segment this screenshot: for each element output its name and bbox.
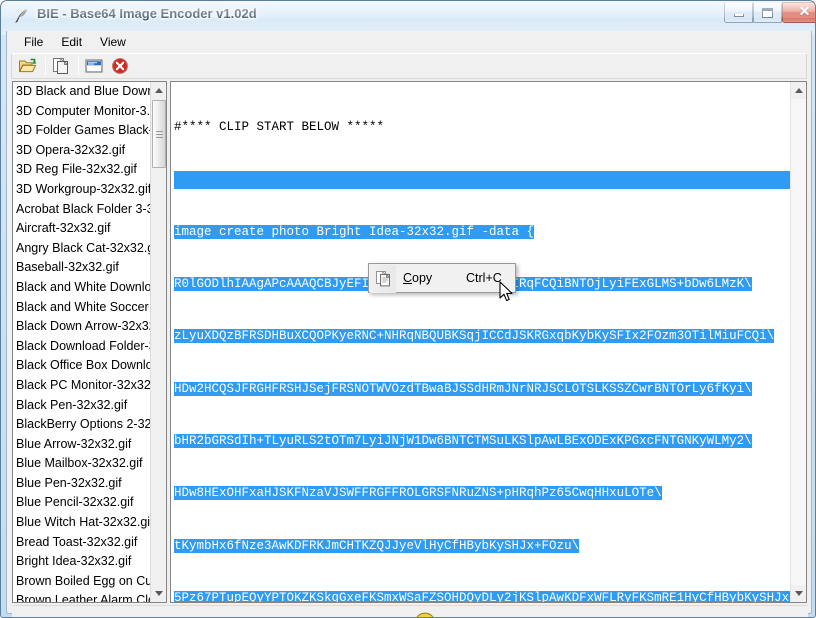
file-list-scrollbar[interactable] <box>150 82 166 602</box>
image-file-list[interactable]: 3D Black and Blue Down 3D Computer Monit… <box>13 82 151 602</box>
copy-pages-icon <box>53 57 69 74</box>
list-item[interactable]: Brown Boiled Egg on Cu <box>16 572 151 592</box>
list-item[interactable]: Bread Toast-32x32.gif <box>16 533 151 553</box>
list-item[interactable]: Blue Pen-32x32.gif <box>16 474 151 494</box>
maximize-button[interactable] <box>753 2 782 23</box>
list-item[interactable]: BlackBerry Options 2-32x <box>16 415 151 435</box>
list-item[interactable]: Blue Pencil-32x32.gif <box>16 493 151 513</box>
list-item[interactable]: 3D Black and Blue Down <box>16 82 151 102</box>
context-menu-copy-label: Copy <box>403 271 433 285</box>
selected-line: 5Pz67PTupEQyYPTOKZKSkqGxeFKSmxWSaFZSOHDQ… <box>174 591 791 602</box>
menu-bar: File Edit View <box>7 31 811 53</box>
selected-line: HDw8HExOHFxaHJSKFNzaVJSWFFRGFFROLGRSFNRu… <box>174 486 662 501</box>
close-button[interactable]: ✕ <box>782 2 815 23</box>
selected-line: tKymbHx6fNze3AwKDFRKJmCHTKZQJJyeVlHyCfHB… <box>174 538 580 553</box>
list-item[interactable]: Black Download Folder-3 <box>16 337 151 357</box>
list-item[interactable]: Black and White Soccer E <box>16 298 151 318</box>
menu-view[interactable]: View <box>91 33 135 51</box>
file-list-panel[interactable]: 3D Black and Blue Down 3D Computer Monit… <box>12 81 167 603</box>
list-item[interactable]: Bright Idea-32x32.gif <box>16 552 151 572</box>
application-window: BIE - Base64 Image Encoder v1.02d ✕ File… <box>0 0 816 618</box>
list-item[interactable]: 3D Reg File-32x32.gif <box>16 160 151 180</box>
list-item[interactable]: Blue Mailbox-32x32.gif <box>16 454 151 474</box>
list-item[interactable]: Black Down Arrow-32x32 <box>16 317 151 337</box>
menu-file[interactable]: File <box>15 33 52 51</box>
list-item[interactable]: Angry Black Cat-32x32.g <box>16 239 151 259</box>
base64-output-textarea[interactable]: #**** CLIP START BELOW ***** image creat… <box>171 82 791 602</box>
list-item[interactable]: Aircraft-32x32.gif <box>16 219 151 239</box>
image-preview-panel <box>12 605 808 617</box>
window-preview-button[interactable] <box>82 55 106 77</box>
toolbar <box>11 53 807 79</box>
list-item[interactable]: Brown Leather Alarm Clo <box>16 591 151 602</box>
chevron-down-icon <box>155 591 163 596</box>
toolbar-separator-2 <box>78 57 79 75</box>
selected-blank-line <box>174 171 791 189</box>
list-item[interactable]: Black PC Monitor-32x32. <box>16 376 151 396</box>
base64-output-panel[interactable]: #**** CLIP START BELOW ***** image creat… <box>170 81 807 603</box>
list-item[interactable]: 3D Opera-32x32.gif <box>16 141 151 161</box>
close-stop-button[interactable] <box>108 55 132 77</box>
scroll-down-button[interactable] <box>151 585 166 602</box>
minimize-button[interactable] <box>724 2 753 23</box>
text-scroll-down-button[interactable] <box>791 585 806 602</box>
list-item[interactable]: Baseball-32x32.gif <box>16 258 151 278</box>
open-folder-icon <box>19 58 37 73</box>
mouse-cursor <box>499 281 515 305</box>
chevron-up-icon <box>155 88 163 93</box>
toolbar-separator <box>45 57 46 75</box>
selected-line: image create photo Bright Idea-32x32.gif… <box>174 224 535 239</box>
context-menu-copy-shortcut: Ctrl+C <box>466 271 502 285</box>
clip-start-line: #**** CLIP START BELOW ***** <box>174 119 385 134</box>
list-item[interactable]: 3D Workgroup-32x32.gif <box>16 180 151 200</box>
maximize-icon <box>762 7 773 18</box>
selected-line: zLyuXDQzBFRSDHBuXCQOPKyeRNC+NHRqNBQUBKSq… <box>174 329 775 344</box>
copy-button[interactable] <box>49 55 73 77</box>
chevron-down-icon <box>795 591 803 596</box>
chevron-up-icon <box>795 88 803 93</box>
list-item[interactable]: Black Pen-32x32.gif <box>16 396 151 416</box>
title-bar[interactable]: BIE - Base64 Image Encoder v1.02d ✕ <box>1 1 815 31</box>
window-icon <box>85 59 103 73</box>
scroll-up-button[interactable] <box>151 82 166 99</box>
red-x-icon <box>112 58 128 74</box>
feather-quill-icon <box>13 7 31 25</box>
text-area-scrollbar[interactable] <box>790 82 806 602</box>
list-item[interactable]: 3D Computer Monitor-3. <box>16 102 151 122</box>
list-item[interactable]: 3D Folder Games Black-3 <box>16 121 151 141</box>
window-title: BIE - Base64 Image Encoder v1.02d <box>37 6 257 21</box>
selected-line: bHR2bGRSdIh+TLyuRLS2tOTm7LyiJNjW1Dw6BNTC… <box>174 433 752 448</box>
text-context-menu[interactable]: Copy Ctrl+C <box>368 263 516 293</box>
list-item[interactable]: Blue Witch Hat-32x32.gif <box>16 513 151 533</box>
menu-edit[interactable]: Edit <box>52 33 91 51</box>
list-item[interactable]: Blue Arrow-32x32.gif <box>16 435 151 455</box>
context-menu-item-copy[interactable]: Copy Ctrl+C <box>370 265 514 293</box>
client-area: File Edit View 3D Black and Blue Down 3D… <box>6 31 812 617</box>
selected-line: HDw2HCQSJFRGHFRSHJSejFRSNOTWVOzdTBwaBJSS… <box>174 381 752 396</box>
list-item[interactable]: Black Office Box Downlo <box>16 356 151 376</box>
text-scroll-up-button[interactable] <box>791 82 806 99</box>
grip-icon <box>155 129 163 140</box>
text-scrollbar-track[interactable] <box>791 99 806 585</box>
lightbulb-icon <box>408 610 442 617</box>
close-icon: ✕ <box>798 4 811 20</box>
list-item[interactable]: Acrobat Black Folder 3-3 <box>16 200 151 220</box>
minimize-icon <box>733 13 744 17</box>
scrollbar-thumb[interactable] <box>152 100 166 168</box>
list-item[interactable]: Black and White Downlo <box>16 278 151 298</box>
open-folder-button[interactable] <box>16 55 40 77</box>
copy-icon <box>375 270 393 288</box>
